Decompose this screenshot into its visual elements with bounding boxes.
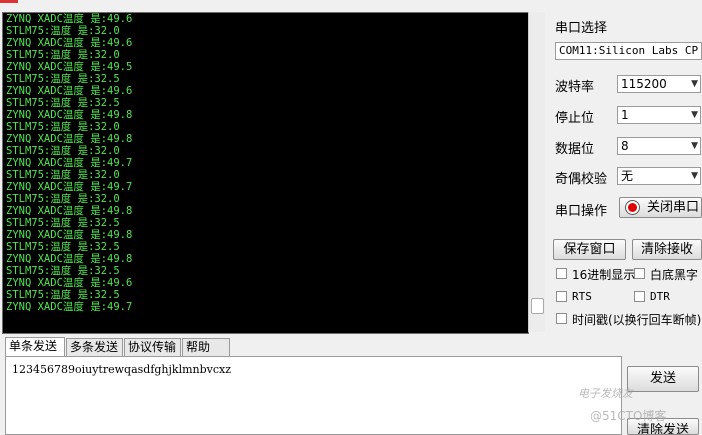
clear-receive-button[interactable]: 清除接收: [632, 239, 702, 260]
save-window-button[interactable]: 保存窗口: [553, 239, 626, 260]
terminal-line: STLM75:温度 是:32.5: [6, 289, 120, 301]
terminal-line: STLM75:温度 是:32.0: [6, 193, 120, 205]
receive-scrollbar[interactable]: [528, 12, 545, 332]
white-black-label: 白底黑字: [650, 268, 699, 282]
terminal-line: STLM75:温度 是:32.5: [6, 265, 120, 277]
terminal-line: STLM75:温度 是:32.0: [6, 49, 120, 61]
port-select-value: COM11:Silicon Labs CP: [559, 44, 699, 57]
rts-checkbox[interactable]: [556, 291, 567, 302]
terminal-line: ZYNQ XADC温度 是:49.7: [6, 181, 133, 193]
timestamp-checkbox[interactable]: [556, 313, 567, 324]
terminal-line: ZYNQ XADC温度 是:49.6: [6, 13, 133, 25]
tab-single-send[interactable]: 单条发送: [5, 337, 65, 357]
terminal-line: ZYNQ XADC温度 是:49.7: [6, 301, 133, 313]
terminal-line: STLM75:温度 是:32.5: [6, 217, 120, 229]
databits-label: 数据位: [555, 142, 595, 157]
window-corner: [0, 0, 18, 3]
chevron-down-icon: ▼: [691, 171, 698, 181]
terminal-line: ZYNQ XADC温度 是:49.8: [6, 229, 133, 241]
terminal-line: ZYNQ XADC温度 是:49.7: [6, 157, 133, 169]
tab-multi-send[interactable]: 多条发送: [66, 338, 123, 356]
send-input[interactable]: 123456789oiuytrewqasdfghjklmnbvcxz: [5, 356, 622, 435]
terminal-line: STLM75:温度 是:32.5: [6, 97, 120, 109]
watermark-line1: 电子发烧友: [578, 387, 633, 400]
stopbits-select[interactable]: 1 ▼: [617, 106, 701, 124]
terminal-line: ZYNQ XADC温度 是:49.8: [6, 253, 133, 265]
tab-protocol[interactable]: 协议传输: [124, 338, 181, 356]
terminal-line: ZYNQ XADC温度 是:49.6: [6, 85, 133, 97]
timestamp-label: 时间戳(以换行回车断帧): [572, 313, 702, 327]
rts-label: RTS: [572, 290, 592, 303]
port-select-label: 串口选择: [555, 21, 608, 36]
terminal-line: ZYNQ XADC温度 是:49.6: [6, 37, 133, 49]
chevron-down-icon: ▼: [691, 79, 698, 89]
terminal-line: ZYNQ XADC温度 是:49.5: [6, 61, 133, 73]
scrollbar-thumb[interactable]: [531, 298, 544, 314]
terminal-line: STLM75:温度 是:32.0: [6, 121, 120, 133]
terminal-line: ZYNQ XADC温度 是:49.8: [6, 205, 133, 217]
terminal-line: STLM75:温度 是:32.0: [6, 145, 120, 157]
record-indicator-icon: [625, 200, 640, 215]
databits-select[interactable]: 8 ▼: [617, 137, 701, 155]
databits-value: 8: [621, 139, 629, 153]
stopbits-value: 1: [621, 108, 629, 122]
hex-display-checkbox[interactable]: [556, 268, 567, 279]
parity-select[interactable]: 无 ▼: [617, 167, 701, 185]
port-select[interactable]: COM11:Silicon Labs CP: [555, 42, 702, 60]
dtr-checkbox[interactable]: [634, 291, 645, 302]
tab-help[interactable]: 帮助: [182, 338, 230, 356]
terminal-line: STLM75:温度 是:32.5: [6, 241, 120, 253]
parity-label: 奇偶校验: [555, 172, 608, 187]
watermark: 电子发烧友 @51CTO博客: [556, 385, 666, 425]
receive-terminal[interactable]: ZYNQ XADC温度 是:49.6 STLM75:温度 是:32.0 ZYNQ X…: [2, 12, 529, 334]
white-black-checkbox[interactable]: [634, 268, 645, 279]
send-input-text: 123456789oiuytrewqasdfghjklmnbvcxz: [12, 363, 232, 376]
terminal-line: ZYNQ XADC温度 是:49.6: [6, 277, 133, 289]
stopbits-label: 停止位: [555, 111, 595, 126]
watermark-line2: @51CTO博客: [590, 409, 667, 423]
close-port-label: 关闭串口: [647, 200, 700, 215]
close-port-button[interactable]: 关闭串口: [619, 197, 702, 218]
chevron-down-icon: ▼: [691, 110, 698, 120]
terminal-line: ZYNQ XADC温度 是:49.8: [6, 109, 133, 121]
send-button[interactable]: 发送: [627, 366, 699, 392]
parity-value: 无: [621, 169, 634, 183]
baud-value: 115200: [621, 77, 667, 91]
hex-display-label: 16进制显示: [572, 268, 636, 282]
baud-label: 波特率: [555, 80, 595, 95]
chevron-down-icon: ▼: [691, 141, 698, 151]
port-op-label: 串口操作: [555, 204, 608, 219]
terminal-line: STLM75:温度 是:32.0: [6, 25, 120, 37]
terminal-line: STLM75:温度 是:32.0: [6, 169, 120, 181]
terminal-line: ZYNQ XADC温度 是:49.8: [6, 133, 133, 145]
baud-select[interactable]: 115200 ▼: [617, 75, 701, 93]
terminal-line: STLM75:温度 是:32.5: [6, 73, 120, 85]
dtr-label: DTR: [650, 290, 670, 303]
